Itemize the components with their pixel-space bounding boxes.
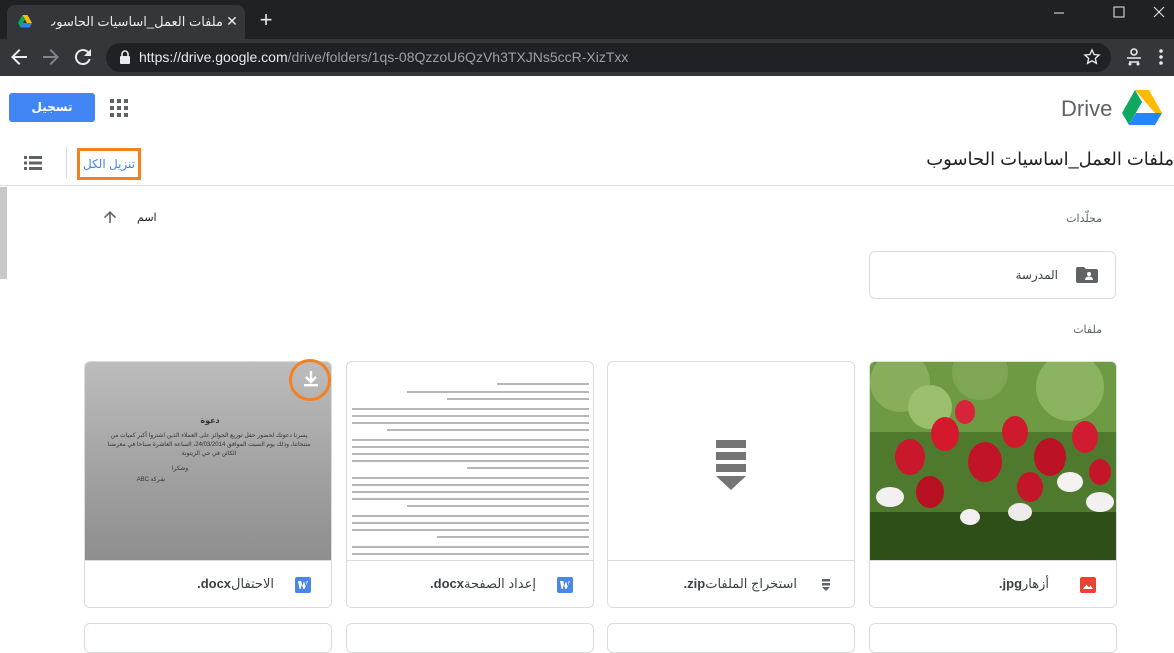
back-arrow-icon[interactable] <box>7 45 31 69</box>
file-name-text: استخراج الملفات <box>705 576 797 591</box>
file-card-partial[interactable] <box>607 623 855 653</box>
browser-tab[interactable]: ملفات العمل_اساسيات الحاسوب - ... ✕ <box>7 5 245 39</box>
file-name: الاحتفالdocx. <box>197 576 274 592</box>
google-drive-favicon-icon <box>18 15 32 28</box>
list-view-icon[interactable] <box>24 156 42 170</box>
file-card-page-setup-docx[interactable]: إعداد الصفحةdocx. <box>346 361 594 608</box>
sort-ascending-arrow-icon[interactable] <box>102 209 118 225</box>
file-extension: zip. <box>683 576 706 591</box>
forward-arrow-icon[interactable] <box>39 45 63 69</box>
file-card-flowers-jpg[interactable]: أزهارjpg. <box>869 361 1117 608</box>
lock-icon <box>120 50 130 64</box>
doc-preview-thanks: وشكرا <box>171 466 189 472</box>
file-card-footer: استخراج الملفاتzip. <box>608 560 854 607</box>
doc-preview-heading: دعوة <box>200 416 220 425</box>
file-extension: docx. <box>430 576 464 591</box>
file-card-partial[interactable] <box>869 623 1117 653</box>
folder-toolbar: تنزيل الكل ملفات العمل_اساسيات الحاسوب <box>0 140 1174 186</box>
archive-thumbnail <box>608 362 854 560</box>
folders-section-label: مجلّدات <box>1066 213 1102 225</box>
archive-icon <box>822 579 830 591</box>
file-name: استخراج الملفاتzip. <box>684 576 797 592</box>
tulips-photo <box>870 362 1116 560</box>
file-extension: docx. <box>197 576 232 591</box>
folder-name: المدرسة <box>1015 268 1058 282</box>
scrollbar-thumb[interactable] <box>0 187 7 279</box>
file-name-text: أزهار <box>1022 576 1049 591</box>
file-card-partial[interactable] <box>84 623 332 653</box>
url-host: https://drive.google.com <box>139 49 288 65</box>
bookmark-star-icon[interactable] <box>1082 47 1102 67</box>
new-tab-icon[interactable]: + <box>255 9 277 31</box>
file-name-text: إعداد الصفحة <box>464 576 536 591</box>
extension-icon[interactable] <box>1123 46 1145 68</box>
address-bar[interactable]: https://drive.google.com/drive/folders/1… <box>106 43 1111 72</box>
document-thumbnail <box>347 362 593 560</box>
file-name: إعداد الصفحةdocx. <box>430 576 536 592</box>
file-card-footer: إعداد الصفحةdocx. <box>347 560 593 607</box>
shared-folder-icon <box>1076 267 1098 283</box>
google-apps-icon[interactable] <box>110 99 128 117</box>
file-extension: jpg. <box>998 576 1023 591</box>
doc-preview-body: يسرنا دعوتك لحضور حفل توزيع الجوائز على … <box>107 433 311 457</box>
sign-in-button[interactable]: تسجيل الدخول <box>9 93 95 143</box>
folder-title: ملفات العمل_اساسيات الحاسوب <box>926 149 1174 169</box>
google-drive-logo-icon[interactable] <box>1122 90 1162 126</box>
folder-card[interactable]: المدرسة <box>869 251 1116 299</box>
doc-preview-signature: شركة ABC <box>136 477 165 483</box>
image-icon <box>1080 577 1096 593</box>
word-icon <box>557 577 573 593</box>
browser-toolbar: https://drive.google.com/drive/folders/1… <box>0 39 1174 76</box>
browser-tab-bar: ملفات العمل_اساسيات الحاسوب - ... ✕ + <box>0 0 1174 39</box>
url-text: https://drive.google.com/drive/folders/1… <box>139 49 628 65</box>
word-icon <box>295 577 311 593</box>
file-name-text: الاحتفال <box>231 576 274 591</box>
image-thumbnail <box>870 362 1116 560</box>
window-close-icon[interactable] <box>1136 0 1174 26</box>
file-card-partial[interactable] <box>346 623 594 653</box>
document-preview <box>352 383 589 555</box>
file-name: أزهارjpg. <box>999 576 1049 592</box>
download-highlight-circle <box>289 359 331 401</box>
browser-menu-icon[interactable] <box>1154 46 1168 68</box>
sort-by-name-label[interactable]: اسم <box>137 211 157 224</box>
tab-title: ملفات العمل_اساسيات الحاسوب - ... <box>51 14 223 29</box>
reload-icon[interactable] <box>71 45 95 69</box>
download-all-button[interactable]: تنزيل الكل <box>77 148 141 180</box>
file-card-extract-zip[interactable]: استخراج الملفاتzip. <box>607 361 855 608</box>
drive-brand-text: Drive <box>1061 96 1113 121</box>
file-card-footer: الاحتفالdocx. <box>85 560 331 607</box>
window-minimize-icon[interactable] <box>1036 0 1082 26</box>
drive-header: تسجيل الدخول Drive <box>0 76 1174 143</box>
file-card-celebration-docx[interactable]: دعوة يسرنا دعوتك لحضور حفل توزيع الجوائز… <box>84 361 332 608</box>
url-path: /drive/folders/1qs-08QzzoU6QzVh3TXJNs5cc… <box>287 49 629 65</box>
archive-large-icon <box>716 440 746 490</box>
files-section-label: ملفات <box>1073 324 1102 336</box>
tab-close-icon[interactable]: ✕ <box>224 13 240 29</box>
file-card-footer: أزهارjpg. <box>870 560 1116 607</box>
toolbar-divider <box>66 146 67 178</box>
